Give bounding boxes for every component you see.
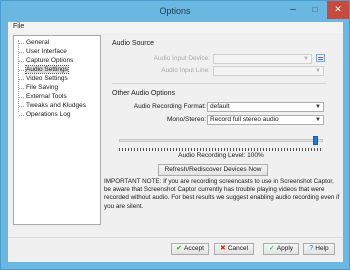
audio-recording-format-select[interactable]: default ▼ <box>207 102 324 112</box>
help-button-label: Help <box>315 245 329 252</box>
audio-level-slider-thumb[interactable] <box>313 136 318 145</box>
tree-item-label: Video Settings <box>26 75 68 82</box>
tree-item-label: External Tools <box>26 93 67 100</box>
tree-item-label: General <box>26 39 50 46</box>
menu-bar: File <box>8 22 343 33</box>
tree-item-label: Operations Log <box>26 111 71 118</box>
audio-recording-format-label: Audio Recording Format: <box>133 103 206 110</box>
tree-item-label: Tweaks and Kludges <box>26 102 86 109</box>
section-divider <box>112 83 326 84</box>
refresh-devices-button[interactable]: Refresh/Rediscover Devices Now <box>158 164 268 176</box>
audio-level-slider-track[interactable] <box>119 139 323 142</box>
device-list-icon[interactable] <box>316 54 325 62</box>
tree-item-tweaks-and-kludges[interactable]: Tweaks and Kludges <box>19 102 86 110</box>
tree-item-user-interface[interactable]: User Interface <box>19 48 67 56</box>
audio-recording-level-label: Audio Recording Level: 100% <box>178 152 264 159</box>
close-button[interactable]: ✕ <box>327 1 349 19</box>
important-note: IMPORTANT NOTE: If you are recording scr… <box>104 178 340 210</box>
options-content: General User Interface Capture Options A… <box>8 33 343 262</box>
audio-input-line-label: Audio Input Line: <box>161 67 210 74</box>
tree-item-external-tools[interactable]: External Tools <box>19 93 67 101</box>
mono-stereo-label: Mono/Stereo: <box>166 116 206 123</box>
accept-button[interactable]: ✔ Accept <box>171 243 209 255</box>
tree-item-label: File Saving <box>26 84 59 91</box>
accept-button-label: Accept <box>184 245 204 252</box>
other-audio-options-heading: Other Audio Options <box>112 90 176 97</box>
tree-item-audio-settings[interactable]: Audio Settings <box>19 65 69 74</box>
cancel-button[interactable]: ✖ Cancel <box>214 243 254 255</box>
tree-item-file-saving[interactable]: File Saving <box>18 84 59 92</box>
audio-source-heading: Audio Source <box>112 40 155 47</box>
tree-item-video-settings[interactable]: Video Settings <box>19 75 68 83</box>
tree-item-capture-options[interactable]: Capture Options <box>18 57 74 65</box>
mono-stereo-value: Record full stereo audio <box>210 116 279 123</box>
chevron-down-icon: ▼ <box>315 68 321 74</box>
tree-connector-line <box>18 40 19 112</box>
chevron-down-icon: ▼ <box>315 104 321 110</box>
options-window: Options – □ ✕ File General User Interfac… <box>0 0 350 270</box>
settings-tree[interactable]: General User Interface Capture Options A… <box>13 35 101 225</box>
tree-item-label: Audio Settings <box>25 65 69 74</box>
chevron-down-icon: ▼ <box>315 117 321 123</box>
help-button[interactable]: ? Help <box>303 243 335 255</box>
title-bar[interactable]: Options – □ ✕ <box>1 1 349 22</box>
maximize-button[interactable]: □ <box>304 1 326 19</box>
tree-item-operations-log[interactable]: Operations Log <box>18 111 71 119</box>
tree-item-label: Capture Options <box>26 57 74 64</box>
cross-icon: ✖ <box>219 245 226 252</box>
audio-recording-format-value: default <box>210 103 230 110</box>
audio-input-device-select[interactable]: ▼ <box>213 54 312 64</box>
checkmark-icon: ✔ <box>176 245 182 252</box>
cancel-button-label: Cancel <box>227 245 249 252</box>
minimize-button[interactable]: – <box>282 1 304 19</box>
chevron-down-icon: ▼ <box>303 56 309 62</box>
audio-input-line-select[interactable]: ▼ <box>213 66 324 76</box>
apply-button[interactable]: ✓ Apply <box>263 243 299 255</box>
help-icon: ? <box>309 245 314 252</box>
dialog-button-bar: ✔ Accept ✖ Cancel ✓ Apply ? Help <box>8 237 343 262</box>
tree-item-label: User Interface <box>26 48 67 55</box>
mono-stereo-select[interactable]: Record full stereo audio ▼ <box>207 115 324 125</box>
audio-level-tick-marks <box>119 148 323 151</box>
apply-button-label: Apply <box>276 245 294 252</box>
audio-input-device-label: Audio Input Device: <box>153 55 210 62</box>
tree-item-general[interactable]: General <box>18 39 50 47</box>
menu-file[interactable]: File <box>13 23 24 30</box>
apply-checkmark-icon: ✓ <box>268 245 275 252</box>
